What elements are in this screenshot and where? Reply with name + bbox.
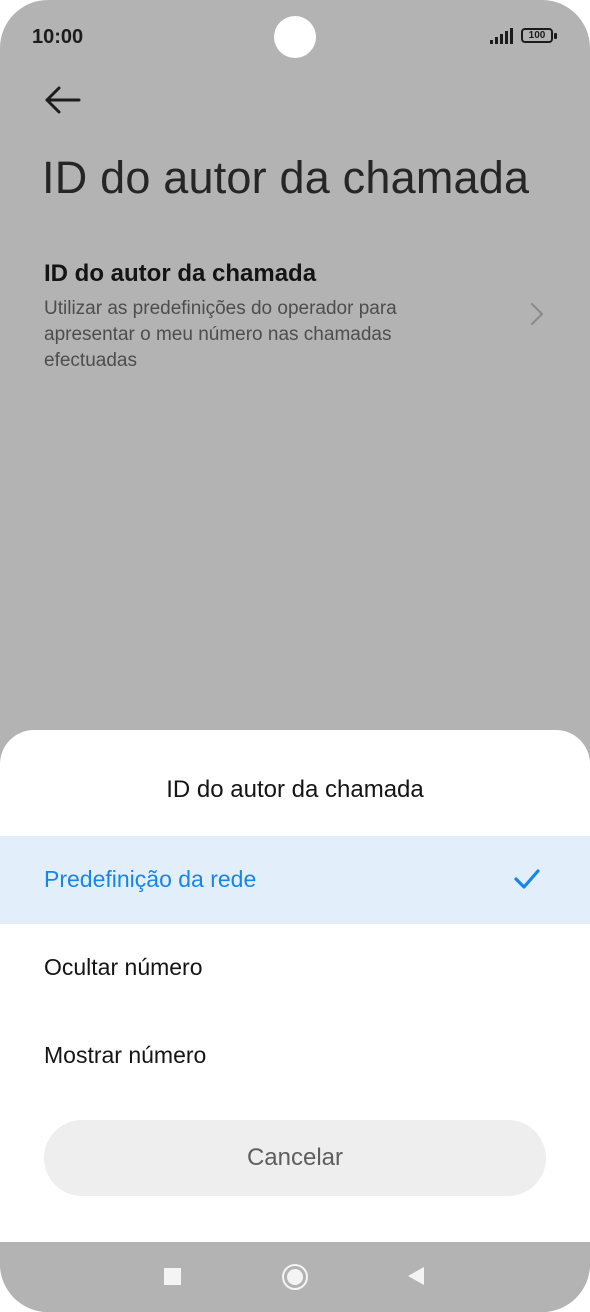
option-label: Mostrar número [44,1042,207,1068]
back-triangle-icon[interactable] [406,1266,426,1286]
bottom-sheet: ID do autor da chamada Predefinição da r… [0,730,590,1242]
option-network-default[interactable]: Predefinição da rede [0,836,590,924]
phone-screen: 10:00 100 ID do autor da chamada ID do a… [0,0,590,1312]
back-button[interactable] [44,84,84,116]
home-circle-inner [287,1269,303,1285]
option-show-number[interactable]: Mostrar número [0,1012,590,1100]
navigation-bar [0,1242,590,1312]
option-label: Ocultar número [44,954,203,980]
status-time: 10:00 [32,26,84,48]
camera-cutout [274,16,316,58]
chevron-right-icon [531,303,543,325]
status-bar: 10:00 100 [0,0,590,72]
caller-id-setting[interactable]: ID do autor da chamada Utilizar as prede… [0,250,590,380]
recents-square-icon[interactable] [164,1268,181,1285]
arrow-left-icon [45,86,81,114]
setting-title: ID do autor da chamada [44,260,317,287]
setting-summary: Utilizar as predefinições do operador pa… [44,298,397,371]
signal-icon [490,28,513,44]
page-title: ID do autor da chamada [42,152,530,203]
home-circle-icon[interactable] [282,1264,308,1290]
check-icon [514,869,540,889]
battery-tip [554,33,557,39]
battery-icon: 100 [521,28,553,43]
option-label: Predefinição da rede [44,866,257,892]
option-hide-number[interactable]: Ocultar número [0,924,590,1012]
cancel-button[interactable]: Cancelar [44,1120,546,1196]
sheet-title: ID do autor da chamada [166,776,424,803]
